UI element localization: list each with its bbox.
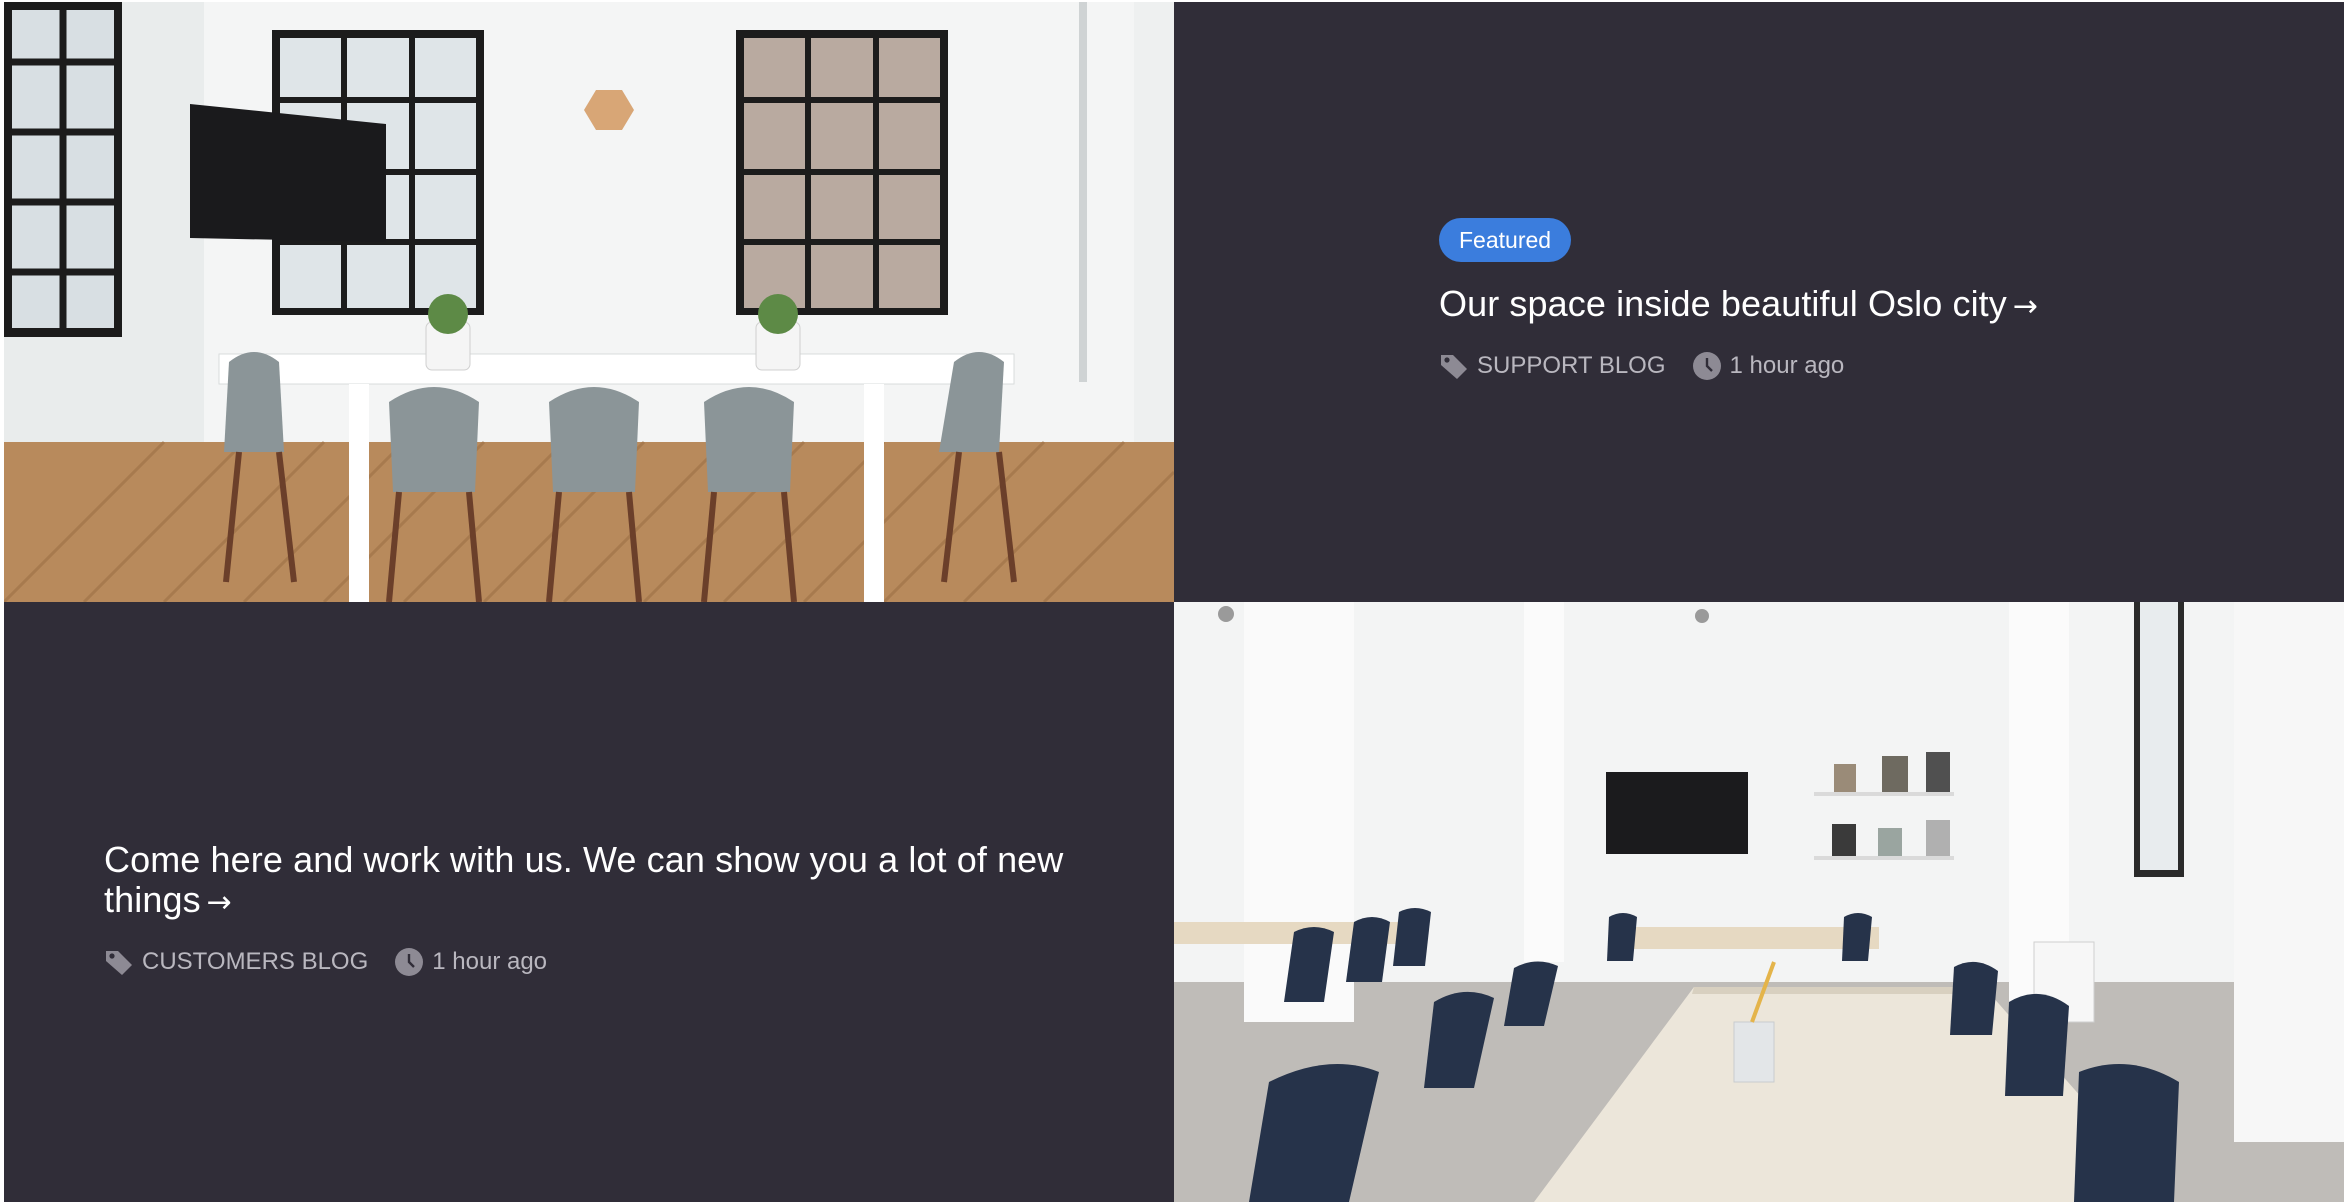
post-category[interactable]: CUSTOMERS BLOG [104, 947, 368, 977]
post-image-workspace[interactable] [1174, 602, 2344, 1202]
post-title-link[interactable]: Our space inside beautiful Oslo city → [1439, 284, 2038, 327]
office-photo-1 [4, 2, 1174, 602]
post-title-link[interactable]: Come here and work with us. We can show … [104, 840, 1064, 923]
post-card-featured: Featured Our space inside beautiful Oslo… [1174, 2, 2344, 602]
tag-icon [1441, 355, 1467, 379]
category-label: CUSTOMERS BLOG [142, 948, 369, 975]
post-meta: CUSTOMERS BLOG 1 hour ago [104, 947, 1064, 977]
post-content: Featured Our space inside beautiful Oslo… [1439, 218, 2038, 381]
post-time: 1 hour ago [394, 947, 547, 977]
post-time: 1 hour ago [1692, 351, 1845, 381]
post-category[interactable]: SUPPORT BLOG [1439, 351, 1666, 381]
arrow-right-icon: → [2012, 289, 2039, 324]
category-label: SUPPORT BLOG [1477, 352, 1666, 379]
post-content: Come here and work with us. We can show … [104, 840, 1064, 977]
blog-grid: Featured Our space inside beautiful Oslo… [4, 2, 2344, 1202]
post-meta: SUPPORT BLOG 1 hour ago [1439, 351, 2038, 381]
time-label: 1 hour ago [1729, 352, 1845, 379]
post-image-oslo-space[interactable] [4, 2, 1174, 602]
clock-icon [395, 948, 424, 976]
post-title: Our space inside beautiful Oslo city [1439, 283, 2007, 324]
post-card-customers: Come here and work with us. We can show … [4, 602, 1174, 1202]
arrow-right-icon: → [206, 885, 232, 920]
time-label: 1 hour ago [432, 948, 548, 975]
clock-icon [1692, 352, 1721, 380]
post-title: Come here and work with us. We can show … [104, 839, 1064, 920]
featured-badge[interactable]: Featured [1439, 218, 1572, 262]
office-photo-2 [1174, 602, 2344, 1202]
tag-icon [106, 951, 132, 975]
